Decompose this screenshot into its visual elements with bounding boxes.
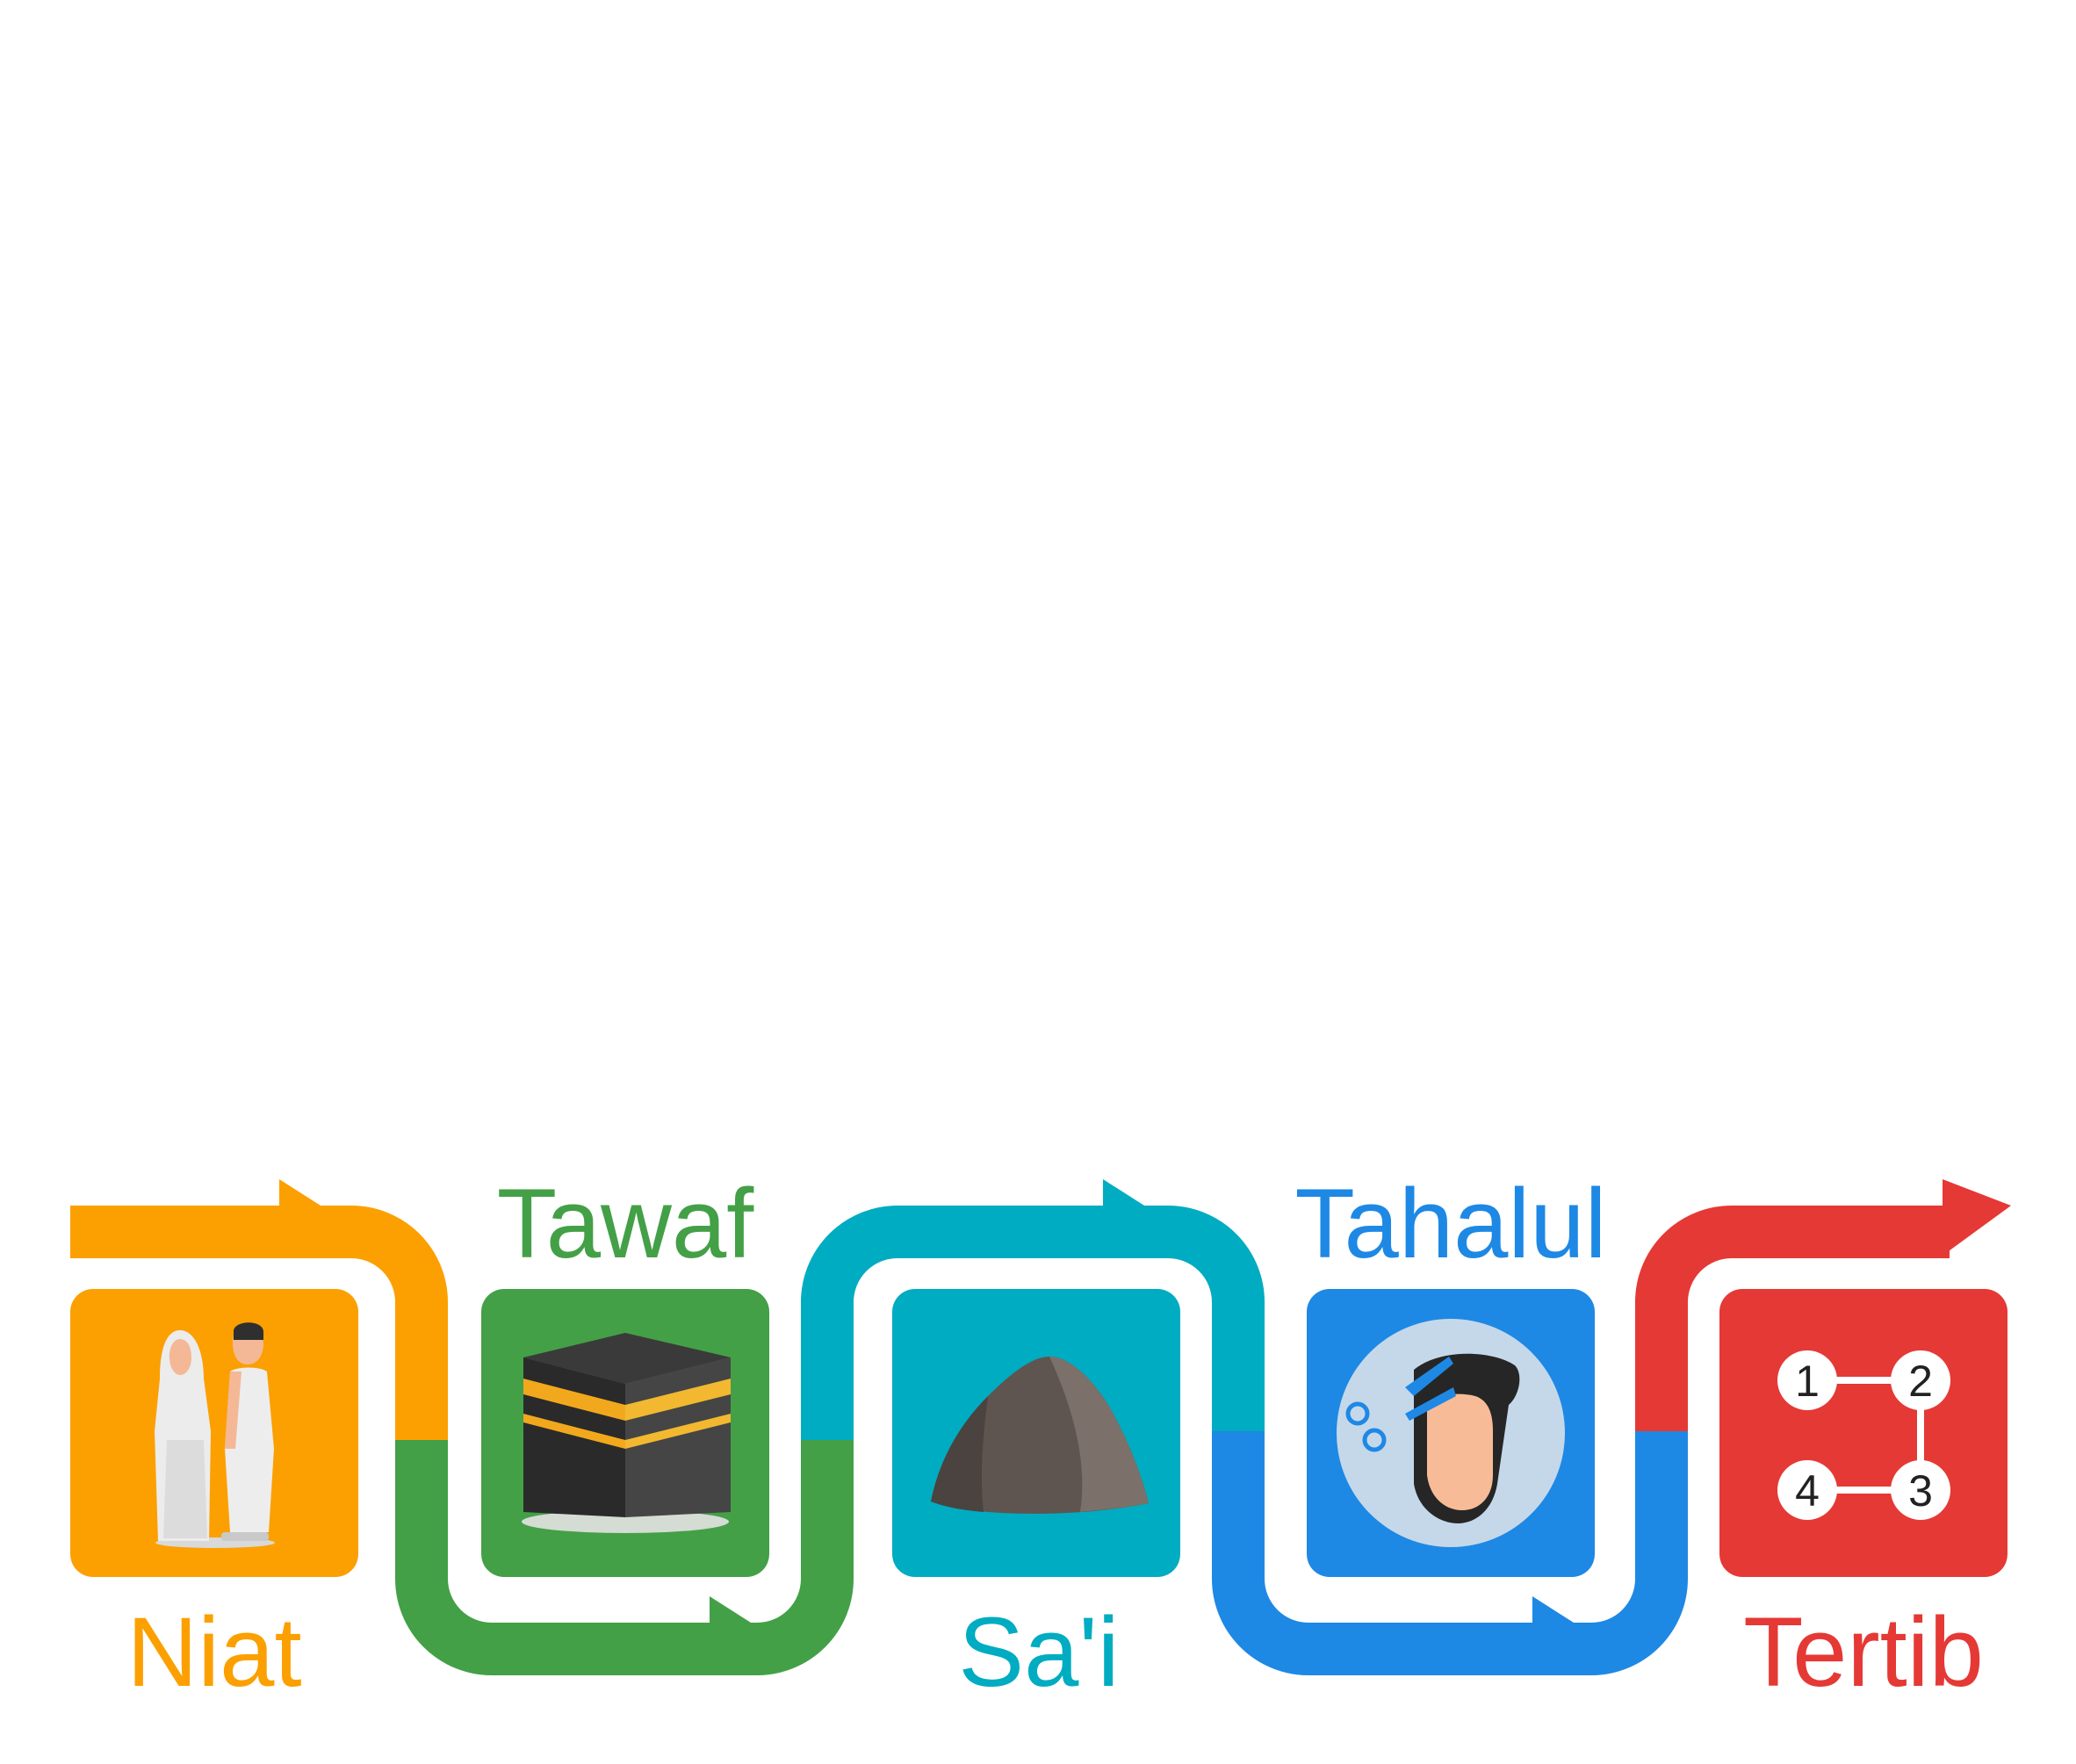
order-number-4: 4 — [1795, 1466, 1820, 1516]
order-number-3: 3 — [1908, 1466, 1933, 1516]
order-number-1: 1 — [1795, 1357, 1820, 1406]
step-label-tertib: Tertib — [1743, 1597, 1984, 1707]
step-card-tahalul — [1307, 1289, 1595, 1577]
step-label-sai: Sa'i — [958, 1597, 1119, 1707]
order-number-2: 2 — [1908, 1357, 1933, 1406]
step-card-niat — [70, 1289, 358, 1577]
step-card-tertib: 1 2 3 4 — [1719, 1289, 2008, 1577]
kaaba-icon — [522, 1333, 731, 1533]
umrah-pillars-diagram: 1 2 3 4 Niat Tawaf Sa'i Tahalul Tertib — [70, 1169, 2011, 1707]
card-background — [70, 1289, 358, 1577]
step-label-tahalul: Tahalul — [1295, 1169, 1607, 1278]
step-card-tawaf — [481, 1289, 769, 1577]
arrow-head-tertib — [1943, 1179, 2011, 1256]
hair-cutting-scissors-icon — [1337, 1319, 1565, 1547]
step-label-niat: Niat — [126, 1597, 301, 1707]
step-card-sai — [892, 1289, 1180, 1577]
card-background — [1719, 1289, 2008, 1577]
step-label-tawaf: Tawaf — [497, 1169, 754, 1278]
